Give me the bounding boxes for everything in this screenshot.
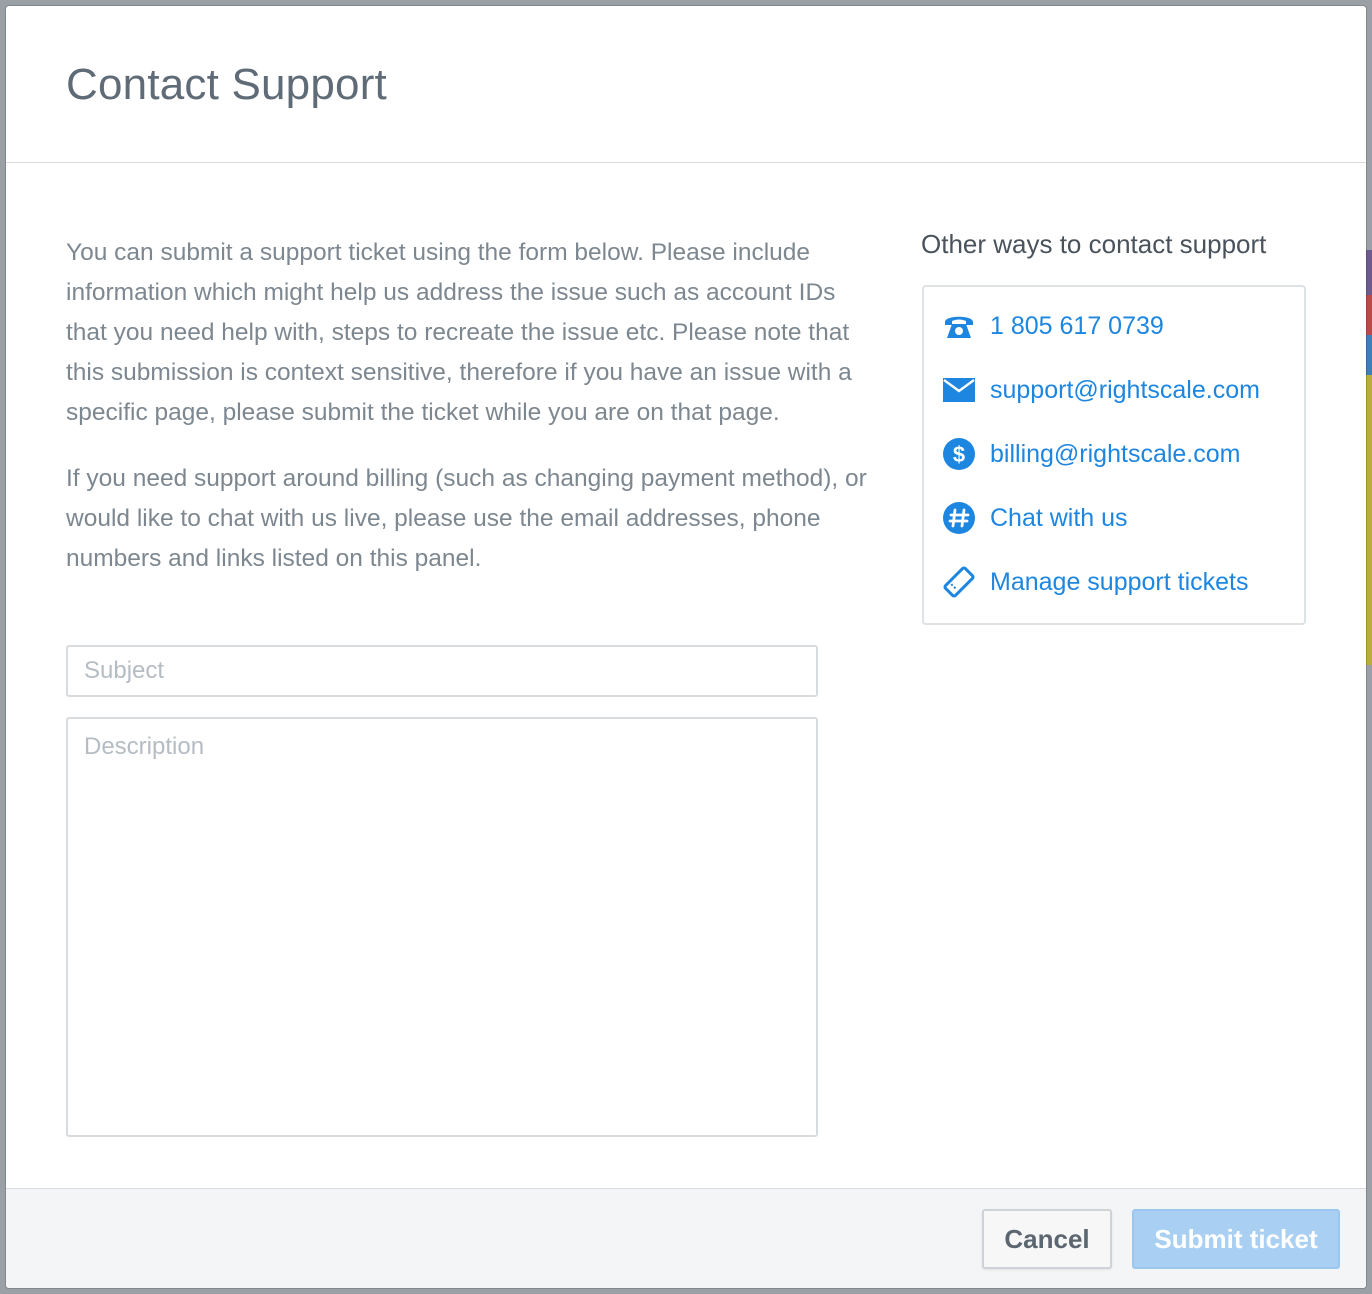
modal-title: Contact Support: [66, 60, 387, 109]
envelope-icon: [942, 373, 976, 407]
contact-support-email-label: support@rightscale.com: [990, 375, 1260, 404]
modal-body: You can submit a support ticket using th…: [6, 163, 1366, 1189]
modal-footer: Cancel Submit ticket: [6, 1188, 1366, 1288]
contact-billing-email-label: billing@rightscale.com: [990, 439, 1241, 468]
contact-options-title: Other ways to contact support: [921, 229, 1267, 259]
backdrop-strip-purple: [1366, 250, 1372, 295]
svg-text:$: $: [953, 442, 965, 467]
manage-tickets-link[interactable]: Manage support tickets: [942, 565, 1248, 599]
ticket-icon: [942, 565, 976, 599]
submit-ticket-button[interactable]: Submit ticket: [1132, 1209, 1340, 1269]
intro-text: You can submit a support ticket using th…: [66, 233, 881, 579]
contact-support-modal: Contact Support You can submit a support…: [6, 6, 1366, 1288]
contact-phone-label: 1 805 617 0739: [990, 311, 1164, 340]
contact-options-panel: 1 805 617 0739 support@rightscale.com $: [922, 285, 1306, 625]
chat-hashtag-icon: [942, 501, 976, 535]
cancel-button[interactable]: Cancel: [982, 1209, 1112, 1269]
contact-billing-email-link[interactable]: $ billing@rightscale.com: [942, 437, 1240, 471]
intro-paragraph-1: You can submit a support ticket using th…: [66, 239, 852, 426]
modal-header: Contact Support: [6, 6, 1366, 163]
contact-chat-label: Chat with us: [990, 503, 1128, 532]
dollar-icon: $: [942, 437, 976, 471]
phone-icon: [942, 309, 976, 343]
contact-support-email-link[interactable]: support@rightscale.com: [942, 373, 1260, 407]
description-textarea[interactable]: [66, 717, 818, 1137]
contact-chat-link[interactable]: Chat with us: [942, 501, 1128, 535]
subject-input[interactable]: [66, 645, 818, 697]
backdrop-strip-yellow: [1366, 375, 1372, 665]
manage-tickets-label: Manage support tickets: [990, 567, 1249, 596]
backdrop-strip-red: [1366, 295, 1372, 335]
intro-paragraph-2: If you need support around billing (such…: [66, 465, 867, 572]
contact-phone-link[interactable]: 1 805 617 0739: [942, 309, 1164, 343]
backdrop-strip-blue: [1366, 335, 1372, 375]
